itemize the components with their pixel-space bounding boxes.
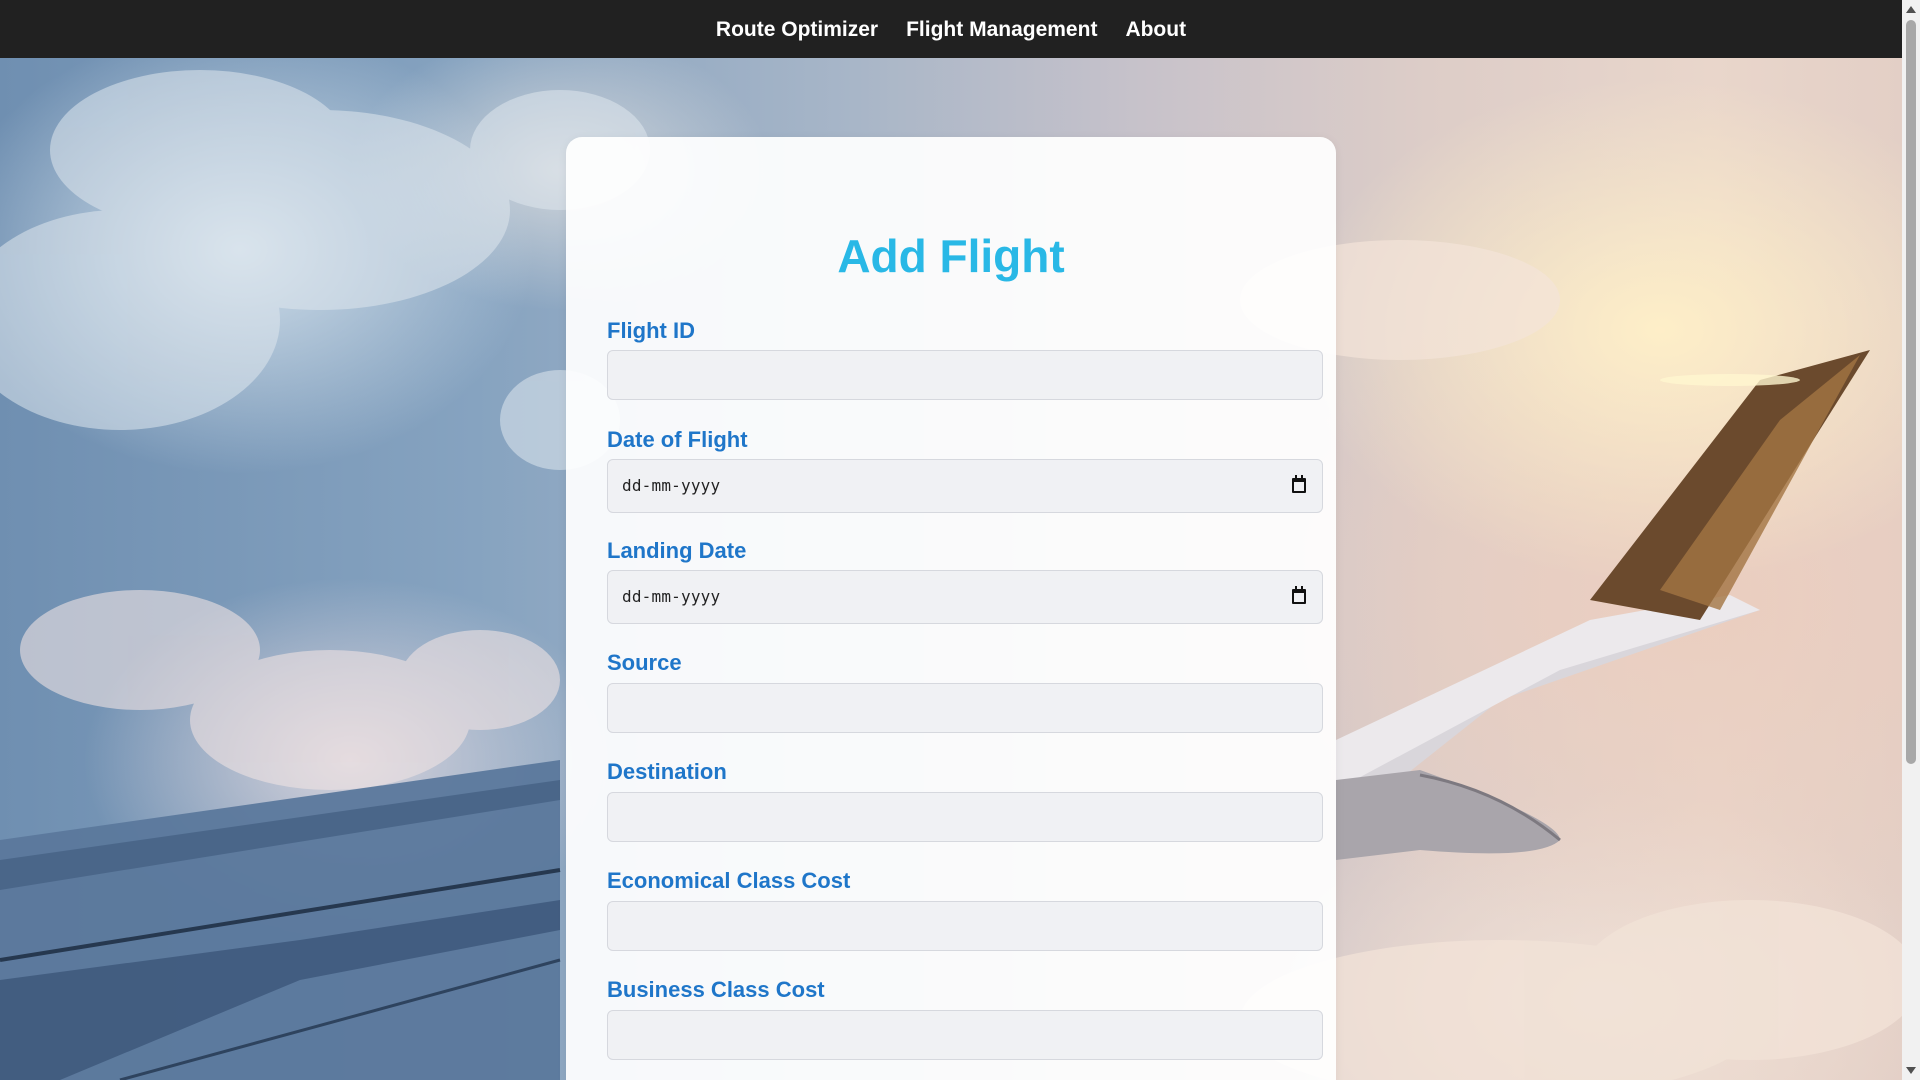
source-label: Source — [607, 650, 682, 675]
business-class-cost-input[interactable] — [607, 1010, 1323, 1060]
business-class-cost-label: Business Class Cost — [607, 977, 825, 1002]
nav-link-route-optimizer[interactable]: Route Optimizer — [716, 16, 878, 42]
source-input[interactable] — [607, 683, 1323, 733]
destination-input[interactable] — [607, 792, 1323, 842]
scroll-up-arrow-icon[interactable] — [1906, 6, 1916, 13]
economical-class-cost-input[interactable] — [607, 901, 1323, 951]
top-navbar: Route Optimizer Flight Management About — [0, 0, 1902, 58]
form-title: Add Flight — [837, 230, 1065, 282]
landing-date-input[interactable]: dd-mm-yyyy — [607, 570, 1323, 624]
scrollbar-thumb[interactable] — [1906, 20, 1916, 764]
date-of-flight-label: Date of Flight — [607, 427, 748, 452]
economical-class-cost-label: Economical Class Cost — [607, 868, 851, 893]
page-scrollbar[interactable] — [1902, 0, 1920, 1080]
destination-label: Destination — [607, 759, 727, 784]
date-of-flight-placeholder: dd-mm-yyyy — [622, 476, 721, 495]
landing-date-label: Landing Date — [607, 538, 747, 563]
calendar-icon[interactable] — [1292, 586, 1306, 604]
landing-date-placeholder: dd-mm-yyyy — [622, 587, 721, 606]
scroll-down-arrow-icon[interactable] — [1906, 1067, 1916, 1074]
nav-link-flight-management[interactable]: Flight Management — [906, 16, 1097, 42]
add-flight-form-card: Add Flight Flight ID Date of Flight dd-m… — [566, 137, 1336, 1080]
flight-id-input[interactable] — [607, 350, 1323, 400]
date-of-flight-input[interactable]: dd-mm-yyyy — [607, 459, 1323, 513]
flight-id-label: Flight ID — [607, 318, 695, 343]
calendar-icon[interactable] — [1292, 475, 1306, 493]
nav-link-about[interactable]: About — [1125, 16, 1186, 42]
